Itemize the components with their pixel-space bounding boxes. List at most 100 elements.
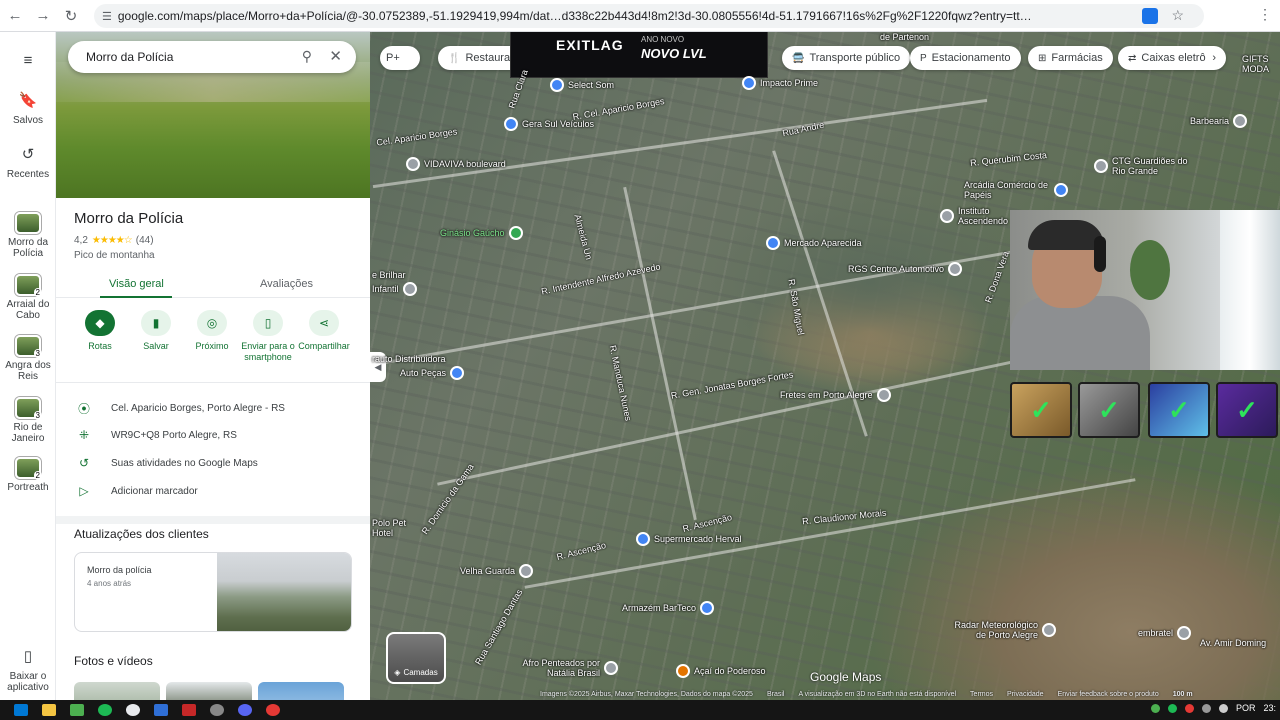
- send-to-phone-button[interactable]: ▯ Enviar para o smartphone: [238, 310, 298, 363]
- poi[interactable]: e Brilhar: [372, 270, 406, 280]
- tray-icon[interactable]: [1150, 703, 1160, 713]
- input-language[interactable]: POR: [1236, 703, 1256, 713]
- chip-more[interactable]: P+: [380, 46, 420, 70]
- recent-place-angra[interactable]: 3 Angra dos Reis: [0, 335, 56, 382]
- update-card[interactable]: Morro da polícia 4 anos atrás: [74, 552, 352, 632]
- poi[interactable]: Supermercado Herval: [636, 532, 742, 546]
- file-explorer-icon[interactable]: [42, 704, 56, 716]
- app-icon[interactable]: [70, 704, 84, 716]
- poi[interactable]: Instituto Ascendendo: [940, 206, 1008, 226]
- save-button[interactable]: ▮ Salvar: [126, 310, 186, 352]
- close-icon[interactable]: ✕: [329, 47, 342, 65]
- photo-thumbnail[interactable]: [258, 682, 344, 700]
- recent-place-arraial[interactable]: 2 Arraial do Cabo: [0, 274, 56, 321]
- poi[interactable]: Velha Guarda: [460, 564, 534, 578]
- app-icon[interactable]: [210, 704, 224, 716]
- poi[interactable]: rauto Distribuidora: [372, 354, 446, 364]
- chrome-icon[interactable]: [126, 704, 140, 716]
- tab-reviews[interactable]: Avaliações: [260, 278, 313, 290]
- photo-thumbnail[interactable]: [166, 682, 252, 700]
- search-box[interactable]: Morro da Polícia ⚲ ✕: [68, 41, 356, 73]
- poi[interactable]: Afro Penteados por Natália Brasil: [520, 658, 618, 678]
- poi[interactable]: Radar Meteorológico de Porto Alegre: [942, 620, 1056, 640]
- directions-button[interactable]: ◆ Rotas: [70, 310, 130, 352]
- place-pin-icon: [402, 282, 417, 296]
- activity-row[interactable]: ↺ Suas atividades no Google Maps: [74, 456, 258, 470]
- review-count[interactable]: (44): [136, 235, 154, 246]
- windows-start-icon[interactable]: [14, 704, 28, 716]
- saved-button[interactable]: 🔖 Salvos: [0, 88, 56, 126]
- poi[interactable]: Select Som: [550, 78, 614, 92]
- scale-bar[interactable]: 100 m: [1173, 691, 1193, 698]
- discord-icon[interactable]: [238, 704, 252, 716]
- feedback-link[interactable]: Enviar feedback sobre o produto: [1058, 691, 1159, 698]
- region-label[interactable]: Brasil: [767, 691, 785, 698]
- layers-button[interactable]: ◈ Camadas: [386, 632, 446, 684]
- poi[interactable]: embratel: [1138, 626, 1192, 640]
- terms-link[interactable]: Termos: [970, 691, 993, 698]
- poi[interactable]: RGS Centro Automotivo: [848, 262, 963, 276]
- poi[interactable]: Gera Sul Veículos: [504, 117, 594, 131]
- checkmark-icon: ✓: [1078, 382, 1140, 438]
- poi[interactable]: de Partenon: [880, 32, 929, 42]
- recent-button[interactable]: ↺ Recentes: [0, 142, 56, 180]
- url-text[interactable]: google.com/maps/place/Morro+da+Polícia/@…: [118, 9, 1118, 23]
- poi[interactable]: VIDAVIVA boulevard: [406, 157, 506, 171]
- clock[interactable]: 23:: [1263, 703, 1276, 713]
- recent-place-portreath[interactable]: 2 Portreath: [0, 457, 56, 493]
- recent-place-rio[interactable]: 3 Rio de Janeiro: [0, 397, 56, 444]
- share-button[interactable]: ⋖ Compartilhar: [294, 310, 354, 352]
- poi[interactable]: Barbearia: [1190, 114, 1248, 128]
- street-label: R. Querubim Costa: [969, 150, 1048, 168]
- app-icon[interactable]: [154, 704, 168, 716]
- satellite-map[interactable]: ◀ P+ 🍴 Restaurar 🚍 Transporte público P Est…: [370, 32, 1280, 700]
- tray-icon[interactable]: [1184, 703, 1194, 713]
- chip-parking[interactable]: P Estacionamento: [910, 46, 1021, 70]
- site-info-icon[interactable]: ☰: [102, 10, 112, 23]
- address-bar[interactable]: ☰ google.com/maps/place/Morro+da+Polícia…: [94, 4, 1204, 28]
- poi[interactable]: Açaí do Poderoso: [676, 664, 766, 678]
- menu-button[interactable]: ≡: [0, 48, 56, 75]
- forward-icon[interactable]: →: [30, 3, 56, 29]
- chip-label: P+: [386, 52, 400, 64]
- poi[interactable]: Auto Peças: [400, 366, 465, 380]
- poi[interactable]: Armazém BarTeco: [622, 601, 715, 615]
- label-row[interactable]: ▷ Adicionar marcador: [74, 484, 197, 498]
- photo-thumbnail[interactable]: [74, 682, 160, 700]
- search-input[interactable]: Morro da Polícia: [86, 50, 173, 64]
- browser-menu-icon[interactable]: ⋮: [1258, 6, 1272, 23]
- extension-icon[interactable]: [1142, 8, 1158, 24]
- poi[interactable]: Fretes em Porto Alegre: [780, 388, 891, 402]
- recent-place-morro[interactable]: Morro da Polícia: [0, 212, 56, 259]
- privacy-link[interactable]: Privacidade: [1007, 691, 1044, 698]
- plant: [1130, 240, 1170, 300]
- chip-transit[interactable]: 🚍 Transporte público: [782, 46, 911, 70]
- spotify-icon[interactable]: [98, 704, 112, 716]
- tray-icon[interactable]: [1167, 703, 1177, 713]
- search-icon[interactable]: ⚲: [302, 48, 312, 65]
- wifi-icon[interactable]: [1201, 703, 1211, 713]
- poi[interactable]: Polo Pet Hotel: [372, 518, 412, 538]
- poi[interactable]: Arcádia Comércio de Papéis: [964, 180, 1068, 200]
- plus-code-row[interactable]: ⁜ WR9C+Q8 Porto Alegre, RS: [74, 428, 237, 442]
- bookmark-star-icon[interactable]: ☆: [1171, 7, 1184, 24]
- poi[interactable]: Ginásio Gaúcho: [440, 226, 523, 240]
- reload-icon[interactable]: ↻: [58, 3, 84, 29]
- chip-pharmacies[interactable]: ⊞ Farmácias: [1028, 46, 1113, 70]
- poi[interactable]: GIFTS MODA: [1242, 54, 1278, 74]
- tab-overview[interactable]: Visão geral: [109, 278, 164, 290]
- poi[interactable]: Infantil: [372, 282, 417, 296]
- chip-atms[interactable]: ⇄ Caixas eletrô ›: [1118, 46, 1226, 70]
- poi[interactable]: CTG Guardiões do Rio Grande: [1094, 156, 1192, 176]
- address-row[interactable]: ⦿ Cel. Aparicio Borges, Porto Alegre - R…: [74, 400, 285, 417]
- poi[interactable]: Mercado Aparecida: [766, 236, 862, 250]
- place-category[interactable]: Pico de montanha: [74, 250, 155, 261]
- poi[interactable]: Impacto Prime: [742, 76, 818, 90]
- volume-icon[interactable]: [1218, 703, 1228, 713]
- nearby-button[interactable]: ◎ Próximo: [182, 310, 242, 352]
- app-icon[interactable]: [182, 704, 196, 716]
- app-icon[interactable]: [266, 704, 280, 716]
- back-icon[interactable]: ←: [2, 3, 28, 29]
- chevron-right-icon[interactable]: ›: [1212, 52, 1216, 64]
- download-app-button[interactable]: ▯ Baixar o aplicativo: [0, 644, 56, 693]
